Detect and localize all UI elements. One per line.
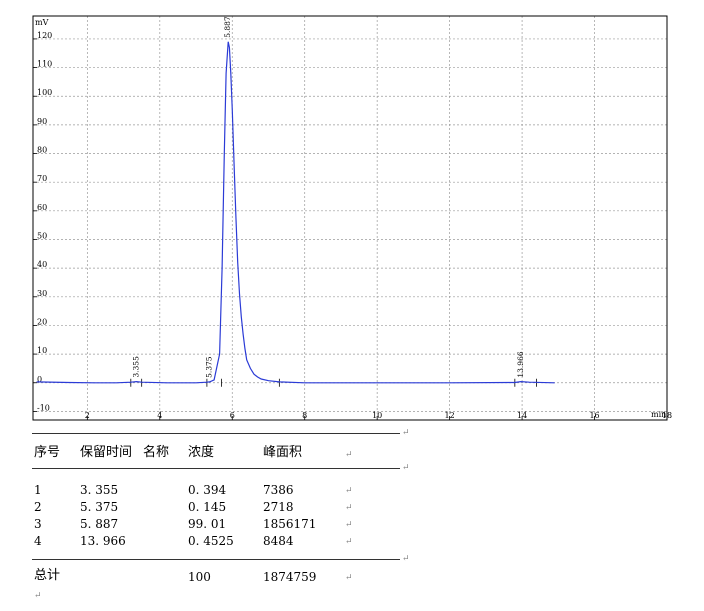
y-tick-label: 90 — [37, 117, 47, 126]
header-name: 名称 — [143, 445, 170, 460]
cell-retention-time: 3. 355 — [80, 483, 119, 497]
peak-label: 3.355 — [131, 356, 140, 378]
y-tick-label: -10 — [37, 403, 50, 412]
header-concentration: 浓度 — [188, 445, 215, 460]
plot-frame — [32, 15, 668, 421]
header-retention-time: 保留时间 — [80, 445, 133, 460]
cell-retention-time: 5. 375 — [80, 500, 119, 514]
y-tick-label: 120 — [37, 31, 52, 40]
y-tick-label: 110 — [37, 60, 52, 69]
y-axis-unit: mV — [35, 18, 49, 27]
return-mark: ↵ — [345, 520, 353, 530]
total-label: 总计 — [34, 568, 61, 583]
return-mark: ↵ — [345, 503, 353, 513]
cell-concentration: 0. 4525 — [188, 534, 234, 548]
return-mark: ↵ — [345, 486, 353, 496]
peak-label: 5.375 — [205, 356, 214, 378]
cell-peak-area: 8484 — [263, 534, 294, 548]
table-top-rule — [32, 433, 400, 434]
cell-peak-area: 7386 — [263, 483, 294, 497]
peak-label: 13.966 — [516, 351, 525, 377]
header-index: 序号 — [34, 445, 61, 460]
table-total-rule — [32, 559, 400, 560]
total-concentration: 100 — [188, 570, 211, 584]
y-tick-label: 10 — [37, 346, 47, 355]
axes: -1001020304050607080901001101202 4 6 8 10 12 1… — [33, 31, 672, 420]
cell-concentration: 0. 394 — [188, 483, 227, 497]
peak-labels: 3.355 5.375 5.887 13.966 — [131, 16, 524, 378]
cell-index: 2 — [34, 500, 42, 514]
return-mark: ↵ — [402, 554, 410, 564]
x-tick-label: 8 — [302, 411, 307, 420]
cell-retention-time: 13. 966 — [80, 534, 126, 548]
y-tick-label: 20 — [37, 317, 47, 326]
return-mark: ↵ — [345, 573, 353, 583]
y-tick-label: 70 — [37, 174, 47, 183]
x-tick-label: 4 — [157, 411, 162, 420]
y-tick-label: 50 — [37, 231, 47, 240]
y-tick-label: 80 — [37, 146, 47, 155]
cell-retention-time: 5. 887 — [80, 517, 119, 531]
x-tick-label: 2 — [85, 411, 90, 420]
y-tick-label: 60 — [37, 203, 47, 212]
return-mark: ↵ — [402, 428, 410, 438]
x-axis-unit: min — [651, 410, 666, 419]
chromatogram-chart: -1001020304050607080901001101202 4 6 8 10 12 1… — [32, 15, 672, 421]
peak-label: 5.887 — [223, 16, 232, 38]
cell-index: 3 — [34, 517, 42, 531]
x-tick-label: 16 — [589, 411, 599, 420]
total-peak-area: 1874759 — [263, 570, 317, 584]
grid — [33, 16, 668, 420]
cell-peak-area: 1856171 — [263, 517, 317, 531]
cell-index: 1 — [34, 483, 42, 497]
x-tick-label: 6 — [230, 411, 235, 420]
header-peak-area: 峰面积 — [263, 445, 303, 460]
cell-concentration: 99. 01 — [188, 517, 227, 531]
y-tick-label: 40 — [37, 260, 47, 269]
x-tick-label: 10 — [372, 411, 382, 420]
x-tick-label: 14 — [517, 411, 527, 420]
table-header-rule — [32, 468, 400, 469]
y-tick-label: 30 — [37, 289, 47, 298]
x-tick-label: 12 — [445, 411, 455, 420]
return-mark: ↵ — [345, 450, 353, 460]
cell-index: 4 — [34, 534, 42, 548]
return-mark: ↵ — [402, 463, 410, 473]
cell-concentration: 0. 145 — [188, 500, 227, 514]
return-mark: ↵ — [345, 537, 353, 547]
cell-peak-area: 2718 — [263, 500, 294, 514]
return-mark: ↵ — [34, 591, 42, 601]
y-tick-label: 100 — [37, 88, 52, 97]
chromatogram-trace — [36, 41, 555, 384]
